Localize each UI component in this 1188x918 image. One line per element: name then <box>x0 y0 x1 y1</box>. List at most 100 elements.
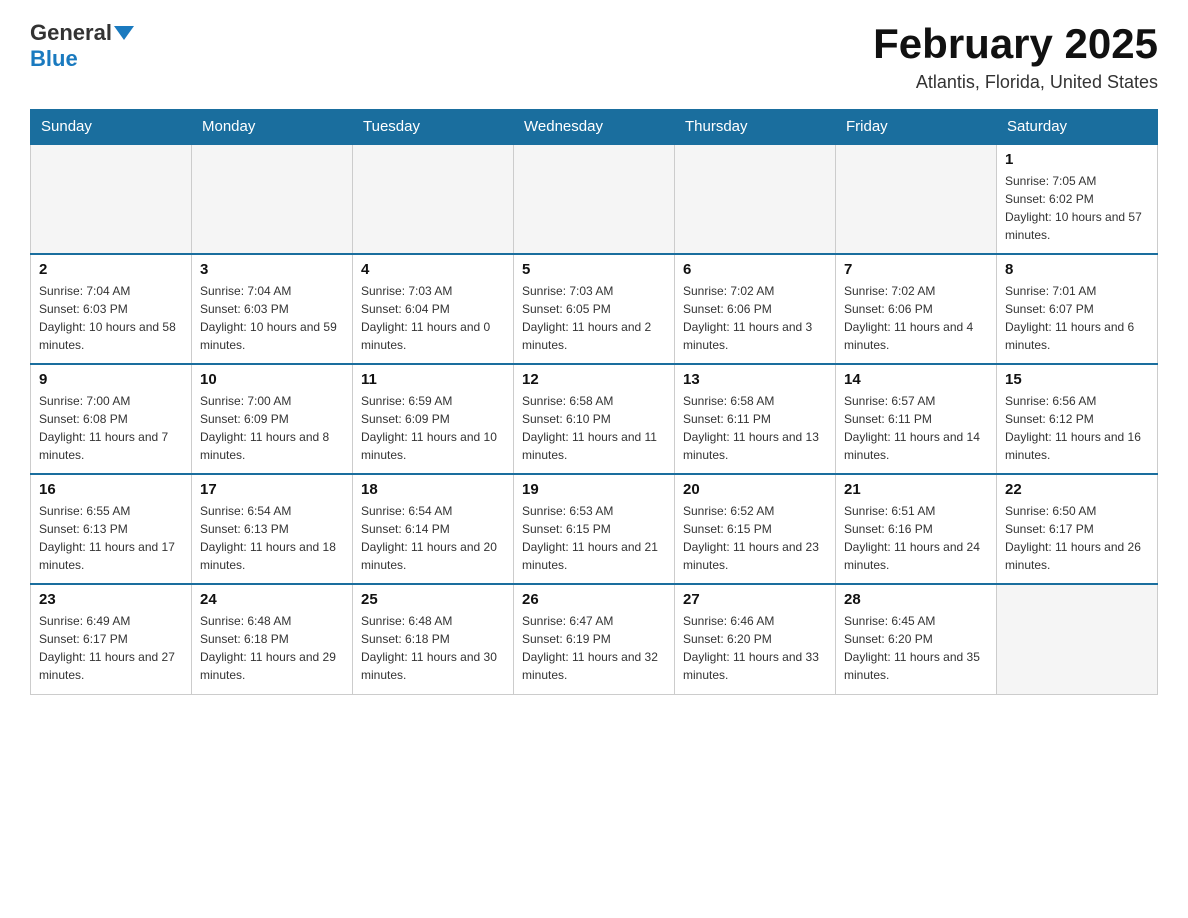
logo-arrow-icon <box>114 26 134 40</box>
calendar-cell: 20Sunrise: 6:52 AMSunset: 6:15 PMDayligh… <box>675 474 836 584</box>
calendar-week-row: 2 Sunrise: 7:04 AMSunset: 6:03 PMDaylight… <box>31 254 1158 364</box>
day-info: Sunrise: 6:56 AMSunset: 6:12 PMDaylight:… <box>1005 392 1149 464</box>
calendar-cell: 23 Sunrise: 6:49 AMSunset: 6:17 PMDayligh… <box>31 584 192 694</box>
calendar-week-row: 16 Sunrise: 6:55 AMSunset: 6:13 PMDayligh… <box>31 474 1158 584</box>
day-number: 25 <box>361 591 505 608</box>
day-info: Sunrise: 6:47 AMSunset: 6:19 PMDaylight:… <box>522 612 666 684</box>
calendar-week-row: 9 Sunrise: 7:00 AMSunset: 6:08 PMDaylight… <box>31 364 1158 474</box>
calendar-cell <box>675 144 836 254</box>
calendar-cell: 24 Sunrise: 6:48 AMSunset: 6:18 PMDayligh… <box>192 584 353 694</box>
day-info: Sunrise: 7:02 AMSunset: 6:06 PMDaylight:… <box>683 282 827 354</box>
calendar-week-row: 23 Sunrise: 6:49 AMSunset: 6:17 PMDayligh… <box>31 584 1158 694</box>
calendar-header-saturday: Saturday <box>997 110 1158 145</box>
day-number: 19 <box>522 481 666 498</box>
day-number: 11 <box>361 371 505 388</box>
calendar-cell <box>31 144 192 254</box>
day-info: Sunrise: 6:58 AMSunset: 6:11 PMDaylight:… <box>683 392 827 464</box>
day-info: Sunrise: 6:54 AMSunset: 6:14 PMDaylight:… <box>361 502 505 574</box>
logo-general-text: General <box>30 20 112 46</box>
calendar-cell <box>836 144 997 254</box>
day-number: 26 <box>522 591 666 608</box>
logo-blue-text: Blue <box>30 46 78 72</box>
calendar-header-sunday: Sunday <box>31 110 192 145</box>
calendar-cell: 10 Sunrise: 7:00 AMSunset: 6:09 PMDayligh… <box>192 364 353 474</box>
day-info: Sunrise: 6:45 AMSunset: 6:20 PMDaylight:… <box>844 612 988 684</box>
calendar-cell: 17 Sunrise: 6:54 AMSunset: 6:13 PMDayligh… <box>192 474 353 584</box>
day-number: 12 <box>522 371 666 388</box>
day-number: 21 <box>844 481 988 498</box>
day-info: Sunrise: 6:58 AMSunset: 6:10 PMDaylight:… <box>522 392 666 464</box>
calendar-cell: 7 Sunrise: 7:02 AMSunset: 6:06 PMDaylight… <box>836 254 997 364</box>
day-number: 5 <box>522 261 666 278</box>
calendar-cell: 16 Sunrise: 6:55 AMSunset: 6:13 PMDayligh… <box>31 474 192 584</box>
calendar-cell: 2 Sunrise: 7:04 AMSunset: 6:03 PMDaylight… <box>31 254 192 364</box>
calendar-header-thursday: Thursday <box>675 110 836 145</box>
calendar-cell: 18 Sunrise: 6:54 AMSunset: 6:14 PMDayligh… <box>353 474 514 584</box>
calendar-cell <box>997 584 1158 694</box>
day-number: 6 <box>683 261 827 278</box>
location-text: Atlantis, Florida, United States <box>873 72 1158 93</box>
day-number: 9 <box>39 371 183 388</box>
day-number: 7 <box>844 261 988 278</box>
day-number: 22 <box>1005 481 1149 498</box>
day-info: Sunrise: 6:55 AMSunset: 6:13 PMDaylight:… <box>39 502 183 574</box>
month-title: February 2025 <box>873 20 1158 68</box>
day-number: 4 <box>361 261 505 278</box>
calendar-header-monday: Monday <box>192 110 353 145</box>
calendar-cell: 27 Sunrise: 6:46 AMSunset: 6:20 PMDayligh… <box>675 584 836 694</box>
day-number: 14 <box>844 371 988 388</box>
day-info: Sunrise: 7:02 AMSunset: 6:06 PMDaylight:… <box>844 282 988 354</box>
title-section: February 2025 Atlantis, Florida, United … <box>873 20 1158 93</box>
logo: General Blue <box>30 20 136 72</box>
calendar-table: SundayMondayTuesdayWednesdayThursdayFrid… <box>30 109 1158 695</box>
day-number: 3 <box>200 261 344 278</box>
calendar-cell: 28 Sunrise: 6:45 AMSunset: 6:20 PMDayligh… <box>836 584 997 694</box>
day-info: Sunrise: 7:00 AMSunset: 6:09 PMDaylight:… <box>200 392 344 464</box>
calendar-cell: 9 Sunrise: 7:00 AMSunset: 6:08 PMDaylight… <box>31 364 192 474</box>
day-number: 27 <box>683 591 827 608</box>
day-info: Sunrise: 6:49 AMSunset: 6:17 PMDaylight:… <box>39 612 183 684</box>
day-number: 15 <box>1005 371 1149 388</box>
day-info: Sunrise: 6:57 AMSunset: 6:11 PMDaylight:… <box>844 392 988 464</box>
day-info: Sunrise: 7:03 AMSunset: 6:05 PMDaylight:… <box>522 282 666 354</box>
calendar-cell <box>353 144 514 254</box>
calendar-cell: 12 Sunrise: 6:58 AMSunset: 6:10 PMDayligh… <box>514 364 675 474</box>
day-info: Sunrise: 6:54 AMSunset: 6:13 PMDaylight:… <box>200 502 344 574</box>
calendar-cell: 14 Sunrise: 6:57 AMSunset: 6:11 PMDayligh… <box>836 364 997 474</box>
calendar-header-wednesday: Wednesday <box>514 110 675 145</box>
calendar-cell <box>514 144 675 254</box>
calendar-cell: 4Sunrise: 7:03 AMSunset: 6:04 PMDaylight… <box>353 254 514 364</box>
day-info: Sunrise: 7:04 AMSunset: 6:03 PMDaylight:… <box>39 282 183 354</box>
day-info: Sunrise: 7:01 AMSunset: 6:07 PMDaylight:… <box>1005 282 1149 354</box>
day-number: 24 <box>200 591 344 608</box>
day-info: Sunrise: 6:48 AMSunset: 6:18 PMDaylight:… <box>200 612 344 684</box>
calendar-cell: 21 Sunrise: 6:51 AMSunset: 6:16 PMDayligh… <box>836 474 997 584</box>
day-number: 2 <box>39 261 183 278</box>
calendar-cell: 19 Sunrise: 6:53 AMSunset: 6:15 PMDayligh… <box>514 474 675 584</box>
calendar-header-tuesday: Tuesday <box>353 110 514 145</box>
day-number: 18 <box>361 481 505 498</box>
calendar-cell: 22Sunrise: 6:50 AMSunset: 6:17 PMDayligh… <box>997 474 1158 584</box>
calendar-week-row: 1 Sunrise: 7:05 AMSunset: 6:02 PMDaylight… <box>31 144 1158 254</box>
calendar-cell: 6 Sunrise: 7:02 AMSunset: 6:06 PMDaylight… <box>675 254 836 364</box>
day-number: 17 <box>200 481 344 498</box>
day-info: Sunrise: 7:00 AMSunset: 6:08 PMDaylight:… <box>39 392 183 464</box>
day-number: 28 <box>844 591 988 608</box>
calendar-cell: 1 Sunrise: 7:05 AMSunset: 6:02 PMDaylight… <box>997 144 1158 254</box>
calendar-header-row: SundayMondayTuesdayWednesdayThursdayFrid… <box>31 110 1158 145</box>
day-number: 13 <box>683 371 827 388</box>
calendar-cell: 25 Sunrise: 6:48 AMSunset: 6:18 PMDayligh… <box>353 584 514 694</box>
calendar-cell: 5 Sunrise: 7:03 AMSunset: 6:05 PMDaylight… <box>514 254 675 364</box>
day-info: Sunrise: 6:48 AMSunset: 6:18 PMDaylight:… <box>361 612 505 684</box>
day-number: 16 <box>39 481 183 498</box>
day-info: Sunrise: 7:05 AMSunset: 6:02 PMDaylight:… <box>1005 172 1149 244</box>
day-number: 23 <box>39 591 183 608</box>
day-number: 20 <box>683 481 827 498</box>
day-info: Sunrise: 6:46 AMSunset: 6:20 PMDaylight:… <box>683 612 827 684</box>
day-number: 1 <box>1005 151 1149 168</box>
day-number: 10 <box>200 371 344 388</box>
day-info: Sunrise: 6:53 AMSunset: 6:15 PMDaylight:… <box>522 502 666 574</box>
day-info: Sunrise: 6:51 AMSunset: 6:16 PMDaylight:… <box>844 502 988 574</box>
day-number: 8 <box>1005 261 1149 278</box>
calendar-header-friday: Friday <box>836 110 997 145</box>
